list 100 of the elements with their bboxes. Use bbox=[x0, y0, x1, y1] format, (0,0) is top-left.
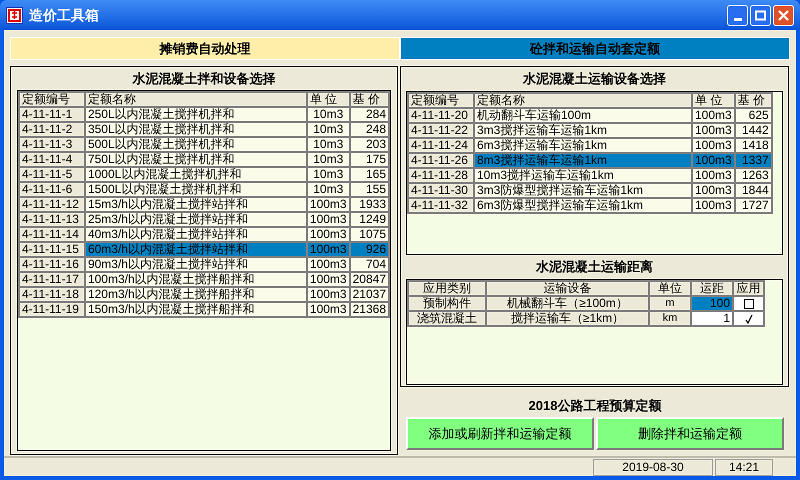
column-header: 基 价 bbox=[350, 92, 389, 107]
distance-cell: 100 bbox=[691, 296, 733, 311]
table-cell: 4-11-11-19 bbox=[19, 302, 85, 317]
table-cell: 4-11-11-32 bbox=[408, 198, 474, 213]
table-row[interactable]: 4-11-11-24 6m3搅拌运输车运输1km 100m3 1418 bbox=[408, 138, 772, 153]
table-cell: 机动翻斗车运输100m bbox=[474, 108, 692, 123]
table-cell: 预制构件 bbox=[408, 296, 486, 311]
table-cell: 350L以内混凝土搅拌机拌和 bbox=[84, 122, 307, 137]
table-cell: 4-11-11-17 bbox=[19, 272, 85, 287]
table-cell: 100m3 bbox=[692, 138, 735, 153]
table-cell: 4-11-11-3 bbox=[19, 137, 85, 152]
table-cell: 4-11-11-14 bbox=[19, 227, 85, 242]
table-cell: 4-11-11-13 bbox=[19, 212, 85, 227]
column-header: 定额名称 bbox=[84, 92, 307, 107]
checkbox[interactable] bbox=[744, 298, 754, 309]
table-row[interactable]: 4-11-11-13 25m3/h以内混凝土搅拌站拌和 100m3 1249 bbox=[19, 212, 389, 227]
table-cell: 浇筑混凝土 bbox=[408, 311, 486, 326]
table-cell: 4-11-11-26 bbox=[408, 153, 474, 168]
column-header: 运输设备 bbox=[486, 281, 649, 296]
window-title: 造价工具箱 bbox=[29, 6, 100, 24]
table-cell: 100m3 bbox=[692, 153, 735, 168]
table-cell: 4-11-11-2 bbox=[19, 122, 85, 137]
section-title: 2018公路工程预算定额 bbox=[528, 397, 662, 414]
table-cell: 500L以内混凝土搅拌机拌和 bbox=[84, 137, 307, 152]
table-row[interactable]: 4-11-11-18 120m3/h以内混凝土搅拌船拌和 100m3 21037 bbox=[19, 287, 389, 302]
table-row[interactable]: 4-11-11-20 机动翻斗车运输100m 100m3 625 bbox=[408, 108, 772, 123]
panel-title: 水泥混凝土拌和设备选择 bbox=[131, 70, 276, 88]
maximize-icon bbox=[755, 10, 766, 20]
status-date: 2019-08-30 bbox=[593, 458, 713, 476]
action-button[interactable]: 删除拌和运输定额 bbox=[596, 417, 784, 450]
table-row[interactable]: 4-11-11-5 1000L以内混凝土搅拌机拌和 10m3 165 bbox=[19, 167, 389, 182]
app-icon bbox=[6, 6, 23, 24]
table-cell: 4-11-11-30 bbox=[408, 183, 474, 198]
table-cell: 4-11-11-15 bbox=[19, 242, 85, 257]
minimize-icon bbox=[734, 18, 742, 20]
table-cell: 100m3 bbox=[692, 108, 735, 123]
table-row[interactable]: 4-11-11-3 500L以内混凝土搅拌机拌和 10m3 203 bbox=[19, 137, 389, 152]
column-header: 运距 bbox=[691, 281, 733, 296]
table-cell: 1500L以内混凝土搅拌机拌和 bbox=[84, 182, 307, 197]
table-cell: 120m3/h以内混凝土搅拌船拌和 bbox=[84, 287, 307, 302]
column-header: 定额名称 bbox=[474, 93, 692, 108]
column-header: 定额编号 bbox=[19, 92, 85, 107]
table-cell: 100m3 bbox=[692, 123, 735, 138]
table-cell: 8m3搅拌运输车运输1km bbox=[474, 153, 692, 168]
tab[interactable]: 摊销费自动处理 bbox=[10, 37, 400, 60]
column-header: 单 位 bbox=[306, 92, 350, 107]
table-row[interactable]: 4-11-11-6 1500L以内混凝土搅拌机拌和 10m3 155 bbox=[19, 182, 389, 197]
maximize-button[interactable] bbox=[750, 4, 771, 26]
table-row[interactable]: 4-11-11-4 750L以内混凝土搅拌机拌和 10m3 175 bbox=[19, 152, 389, 167]
tab[interactable]: 砼拌和运输自动套定额 bbox=[400, 37, 790, 60]
table-cell: 150m3/h以内混凝土搅拌船拌和 bbox=[84, 302, 307, 317]
table-row[interactable]: 4-11-11-32 6m3防爆型搅拌运输车运输1km 100m3 1727 bbox=[408, 198, 772, 213]
table-row[interactable]: 4-11-11-28 10m3搅拌运输车运输1km 100m3 1263 bbox=[408, 168, 772, 183]
column-header: 单位 bbox=[649, 281, 691, 296]
table-cell: km bbox=[649, 311, 691, 326]
table-cell: 机械翻斗车（≥100m） bbox=[486, 296, 649, 311]
table-row[interactable]: 4-11-11-17 100m3/h以内混凝土搅拌船拌和 100m3 20847 bbox=[19, 272, 389, 287]
table-row[interactable]: 4-11-11-22 3m3搅拌运输车运输1km 100m3 1442 bbox=[408, 123, 772, 138]
table-row[interactable]: 4-11-11-30 3m3防爆型搅拌运输车运输1km 100m3 1844 bbox=[408, 183, 772, 198]
table-cell: 4-11-11-1 bbox=[19, 107, 85, 122]
column-header: 应用类别 bbox=[408, 281, 486, 296]
table-cell: 3m3防爆型搅拌运输车运输1km bbox=[474, 183, 692, 198]
panel-title: 水泥混凝土运输距离 bbox=[534, 258, 654, 276]
table-row[interactable]: 4-11-11-1 250L以内混凝土搅拌机拌和 10m3 284 bbox=[19, 107, 389, 122]
column-header: 基 价 bbox=[734, 93, 772, 108]
table-row[interactable]: 4-11-11-2 350L以内混凝土搅拌机拌和 10m3 248 bbox=[19, 122, 389, 137]
table-cell: 25m3/h以内混凝土搅拌站拌和 bbox=[84, 212, 307, 227]
minimize-button[interactable] bbox=[727, 4, 748, 26]
table-cell: 40m3/h以内混凝土搅拌站拌和 bbox=[84, 227, 307, 242]
table-row[interactable]: 4-11-11-16 90m3/h以内混凝土搅拌站拌和 100m3 704 bbox=[19, 257, 389, 272]
status-time: 14:21 bbox=[715, 458, 773, 476]
table-row[interactable]: 4-11-11-12 15m3/h以内混凝土搅拌站拌和 100m3 1933 bbox=[19, 197, 389, 212]
table-row[interactable]: 4-11-11-15 60m3/h以内混凝土搅拌站拌和 100m3 926 bbox=[19, 242, 389, 257]
table-cell: 4-11-11-16 bbox=[19, 257, 85, 272]
table-cell: 4-11-11-28 bbox=[408, 168, 474, 183]
table-cell: 15m3/h以内混凝土搅拌站拌和 bbox=[84, 197, 307, 212]
table-cell: 90m3/h以内混凝土搅拌站拌和 bbox=[84, 257, 307, 272]
column-header: 定额编号 bbox=[408, 93, 474, 108]
action-button[interactable]: 添加或刷新拌和运输定额 bbox=[406, 417, 594, 450]
table-cell: 100m3/h以内混凝土搅拌船拌和 bbox=[84, 272, 307, 287]
distance-cell: 1 bbox=[691, 311, 733, 326]
close-button[interactable] bbox=[773, 4, 794, 26]
table-cell: 6m3防爆型搅拌运输车运输1km bbox=[474, 198, 692, 213]
table-cell: 4-11-11-6 bbox=[19, 182, 85, 197]
table-cell: 10m3搅拌运输车运输1km bbox=[474, 168, 692, 183]
close-icon bbox=[778, 10, 789, 20]
table-cell: 100m3 bbox=[692, 198, 735, 213]
table-cell: m bbox=[649, 296, 691, 311]
table-cell: 250L以内混凝土搅拌机拌和 bbox=[84, 107, 307, 122]
table-cell: 60m3/h以内混凝土搅拌站拌和 bbox=[84, 242, 307, 257]
table-cell: 6m3搅拌运输车运输1km bbox=[474, 138, 692, 153]
column-header: 单 位 bbox=[692, 93, 735, 108]
panel-title: 水泥混凝土运输设备选择 bbox=[522, 70, 667, 88]
table-cell: 100m3 bbox=[692, 183, 735, 198]
checkbox[interactable] bbox=[744, 314, 754, 324]
table-row[interactable]: 4-11-11-14 40m3/h以内混凝土搅拌站拌和 100m3 1075 bbox=[19, 227, 389, 242]
table-row[interactable]: 4-11-11-26 8m3搅拌运输车运输1km 100m3 1337 bbox=[408, 153, 772, 168]
table-cell: 搅拌运输车（≥1km） bbox=[486, 311, 649, 326]
table-row[interactable]: 4-11-11-19 150m3/h以内混凝土搅拌船拌和 100m3 21368 bbox=[19, 302, 389, 317]
table-cell: 3m3搅拌运输车运输1km bbox=[474, 123, 692, 138]
